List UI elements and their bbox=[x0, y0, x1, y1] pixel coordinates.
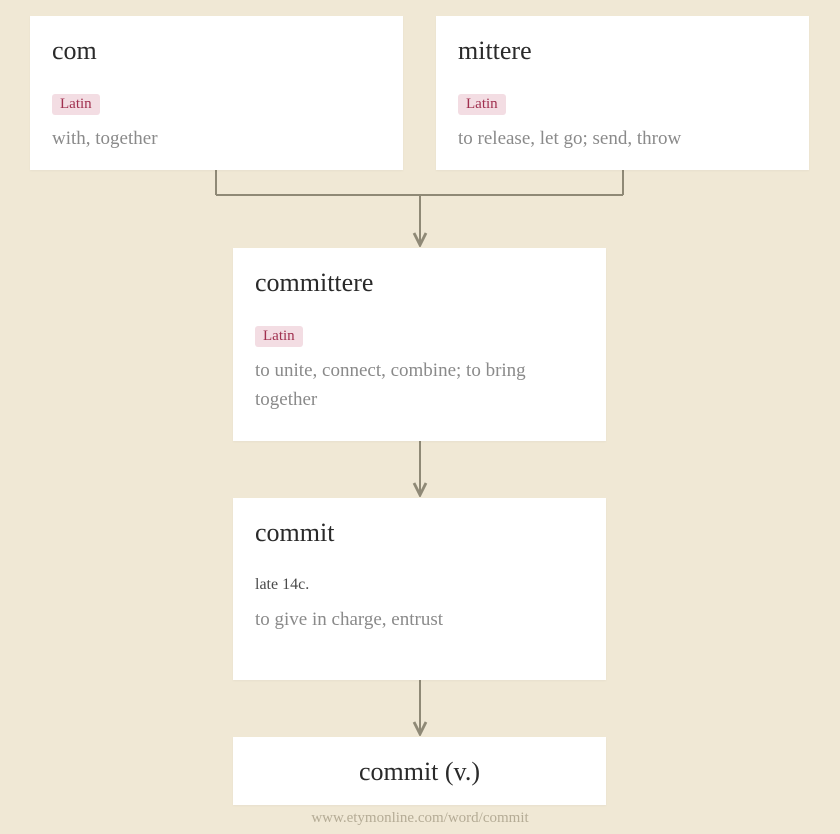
node-com-definition: with, together bbox=[52, 125, 381, 154]
node-commit-definition: to give in charge, entrust bbox=[255, 606, 584, 635]
node-mittere-title: mittere bbox=[458, 36, 787, 66]
node-commit-date: late 14c. bbox=[255, 576, 584, 594]
node-com: com Latin with, together bbox=[30, 16, 403, 170]
node-mittere-language-badge: Latin bbox=[458, 94, 506, 115]
attribution-text: www.etymonline.com/word/commit bbox=[0, 810, 840, 827]
node-mittere: mittere Latin to release, let go; send, … bbox=[436, 16, 809, 170]
node-commit: commit late 14c. to give in charge, entr… bbox=[233, 498, 606, 680]
node-committere-title: committere bbox=[255, 268, 584, 298]
node-mittere-definition: to release, let go; send, throw bbox=[458, 125, 787, 154]
node-committere-definition: to unite, connect, combine; to bring tog… bbox=[255, 357, 584, 414]
node-com-language-badge: Latin bbox=[52, 94, 100, 115]
node-commit-title: commit bbox=[255, 518, 584, 548]
node-com-title: com bbox=[52, 36, 381, 66]
node-committere-language-badge: Latin bbox=[255, 326, 303, 347]
node-final-title: commit (v.) bbox=[255, 757, 584, 787]
node-final: commit (v.) bbox=[233, 737, 606, 805]
node-committere: committere Latin to unite, connect, comb… bbox=[233, 248, 606, 441]
